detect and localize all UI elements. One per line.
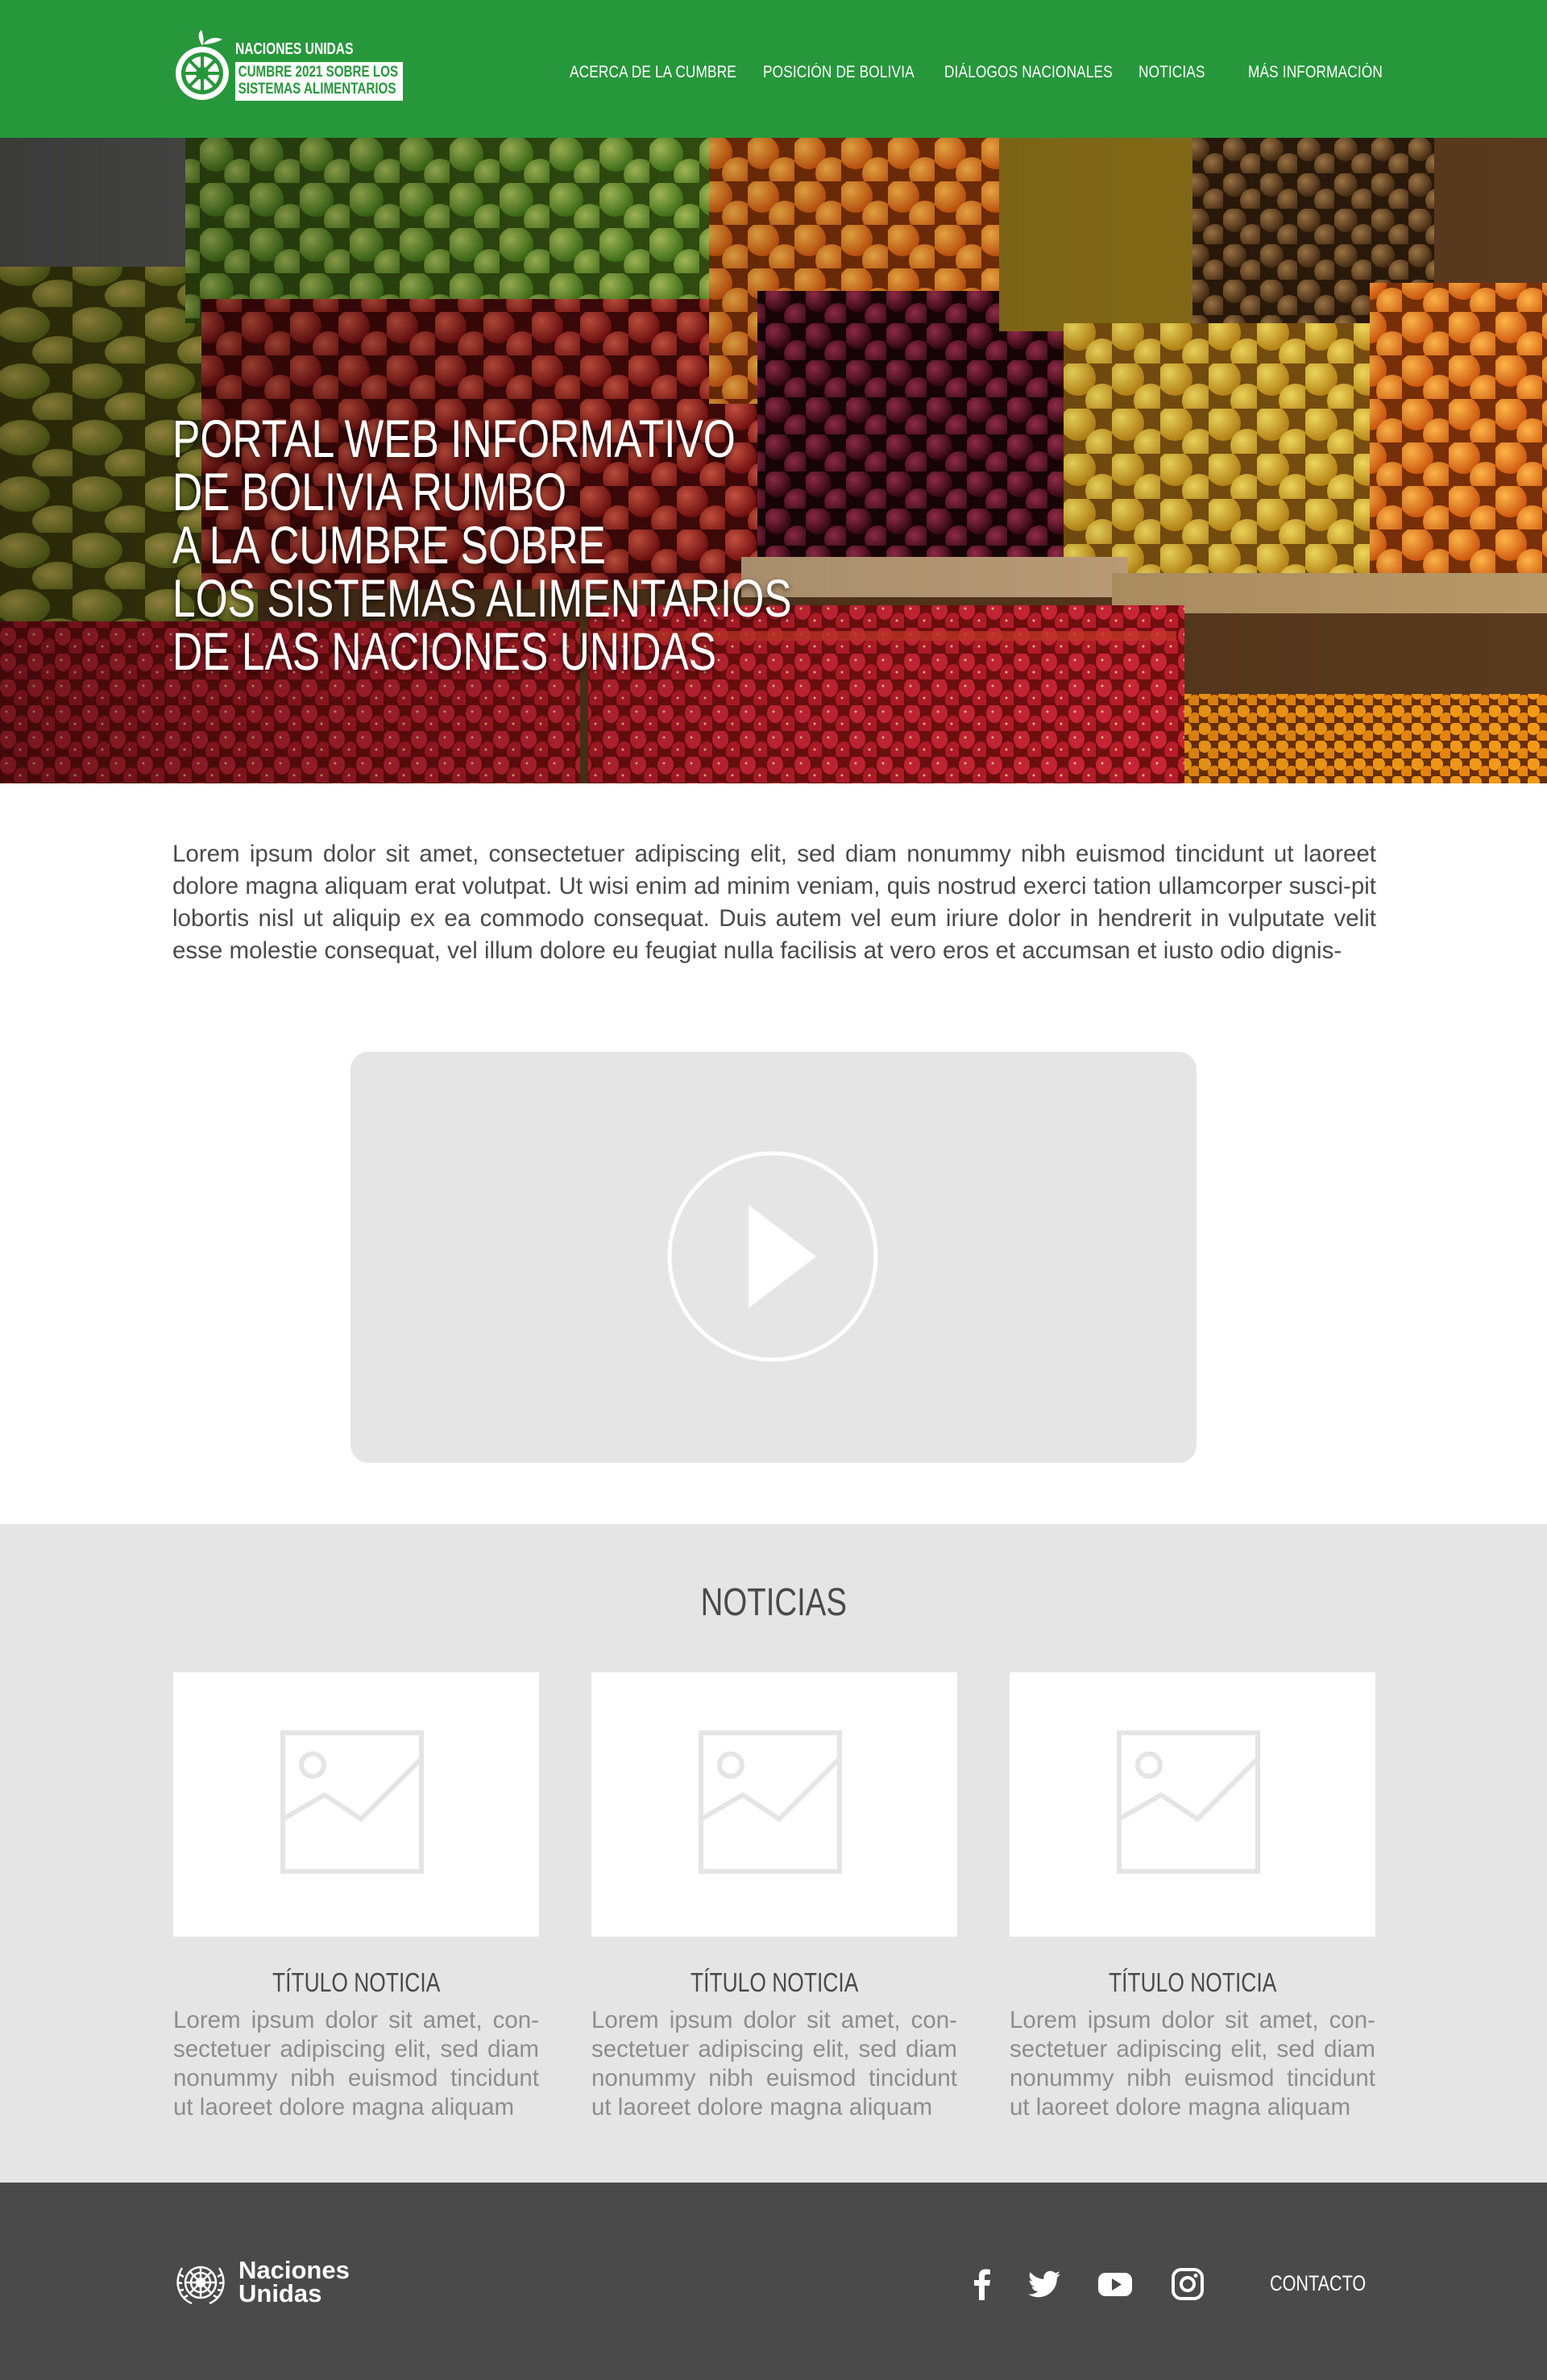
nav-item-posicion[interactable]: POSICIÓN DE BOLIVIA bbox=[763, 63, 915, 82]
twitter-icon[interactable] bbox=[1026, 2266, 1062, 2302]
logo-subtitle-box: CUMBRE 2021 SOBRE LOS SISTEMAS ALIMENTAR… bbox=[235, 62, 403, 101]
un-emblem-icon bbox=[176, 2266, 225, 2305]
contact-link[interactable]: CONTACTO bbox=[1270, 2271, 1366, 2296]
logo-subtitle-line1: CUMBRE 2021 SOBRE LOS bbox=[238, 64, 399, 81]
news-card-image[interactable] bbox=[1010, 1672, 1375, 1937]
news-card-title[interactable]: TÍTULO NOTICIA bbox=[173, 1967, 539, 1998]
news-section: NOTICIAS TÍTULO NOTICIA Lorem ipsum dolo… bbox=[0, 1524, 1547, 2183]
news-card-text: Lorem ipsum dolor sit amet, con-sectetue… bbox=[173, 2007, 539, 2120]
image-placeholder-icon bbox=[280, 1730, 424, 1874]
hero-title-line: PORTAL WEB INFORMATIVO bbox=[172, 409, 736, 468]
news-card-title-text[interactable]: TÍTULO NOTICIA bbox=[272, 1967, 440, 1998]
play-icon[interactable] bbox=[666, 1150, 879, 1363]
hero-banner: PORTAL WEB INFORMATIVO DE BOLIVIA RUMBO … bbox=[0, 138, 1547, 783]
news-card-image[interactable] bbox=[591, 1672, 957, 1937]
hero-title-line: LOS SISTEMAS ALIMENTARIOS bbox=[172, 568, 792, 628]
news-card-title-text[interactable]: TÍTULO NOTICIA bbox=[691, 1967, 858, 1998]
apple-logo-icon bbox=[176, 30, 229, 100]
news-card-text: Lorem ipsum dolor sit amet, con-sectetue… bbox=[591, 2007, 957, 2120]
instagram-icon[interactable] bbox=[1170, 2266, 1205, 2302]
news-section-title: NOTICIAS bbox=[0, 1580, 1547, 1625]
hero-title-line: DE BOLIVIA RUMBO bbox=[172, 462, 567, 521]
nav-item-acerca[interactable]: ACERCA DE LA CUMBRE bbox=[570, 63, 736, 82]
news-card-image[interactable] bbox=[173, 1672, 539, 1937]
hero-title-line: A LA CUMBRE SOBRE bbox=[172, 515, 606, 575]
intro-paragraph: Lorem ipsum dolor sit amet, consectetuer… bbox=[172, 841, 1376, 964]
news-card-title-text[interactable]: TÍTULO NOTICIA bbox=[1109, 1967, 1276, 1998]
un-logo[interactable]: Naciones Unidas bbox=[172, 2257, 358, 2310]
image-placeholder-icon bbox=[699, 1730, 842, 1874]
news-card[interactable]: TÍTULO NOTICIA Lorem ipsum dolor sit ame… bbox=[173, 1672, 539, 2122]
news-card[interactable]: TÍTULO NOTICIA Lorem ipsum dolor sit ame… bbox=[1010, 1672, 1375, 2122]
un-logo-line1: Naciones bbox=[238, 2256, 350, 2284]
news-card[interactable]: TÍTULO NOTICIA Lorem ipsum dolor sit ame… bbox=[591, 1672, 957, 2122]
summit-logo[interactable]: NACIONES UNIDAS CUMBRE 2021 SOBRE LOS SI… bbox=[172, 28, 406, 106]
logo-title: NACIONES UNIDAS bbox=[235, 40, 354, 58]
nav-item-dialogos[interactable]: DIÁLOGOS NACIONALES bbox=[944, 63, 1113, 82]
hero-title: PORTAL WEB INFORMATIVO DE BOLIVIA RUMBO … bbox=[172, 412, 792, 678]
nav-item-mas-informacion[interactable]: MÁS INFORMACIÓN bbox=[1248, 63, 1383, 82]
image-placeholder-icon bbox=[1117, 1730, 1260, 1874]
site-footer: Naciones Unidas CONTACTO bbox=[0, 2183, 1547, 2380]
hero-title-line: DE LAS NACIONES UNIDAS bbox=[172, 621, 717, 681]
news-card-title[interactable]: TÍTULO NOTICIA bbox=[591, 1967, 957, 1998]
un-logo-line2: Unidas bbox=[238, 2279, 322, 2307]
facebook-icon[interactable] bbox=[965, 2266, 1001, 2302]
site-header: NACIONES UNIDAS CUMBRE 2021 SOBRE LOS SI… bbox=[0, 0, 1547, 138]
video-player[interactable] bbox=[350, 1052, 1197, 1463]
nav-item-noticias[interactable]: NOTICIAS bbox=[1138, 63, 1205, 82]
youtube-icon[interactable] bbox=[1097, 2266, 1133, 2302]
logo-subtitle-line2: SISTEMAS ALIMENTARIOS bbox=[238, 81, 396, 98]
news-section-title-text: NOTICIAS bbox=[700, 1581, 847, 1624]
un-logo-text: Naciones Unidas bbox=[238, 2256, 350, 2307]
news-card-title[interactable]: TÍTULO NOTICIA bbox=[1010, 1967, 1375, 1998]
news-card-text: Lorem ipsum dolor sit amet, con-sectetue… bbox=[1010, 2007, 1375, 2120]
